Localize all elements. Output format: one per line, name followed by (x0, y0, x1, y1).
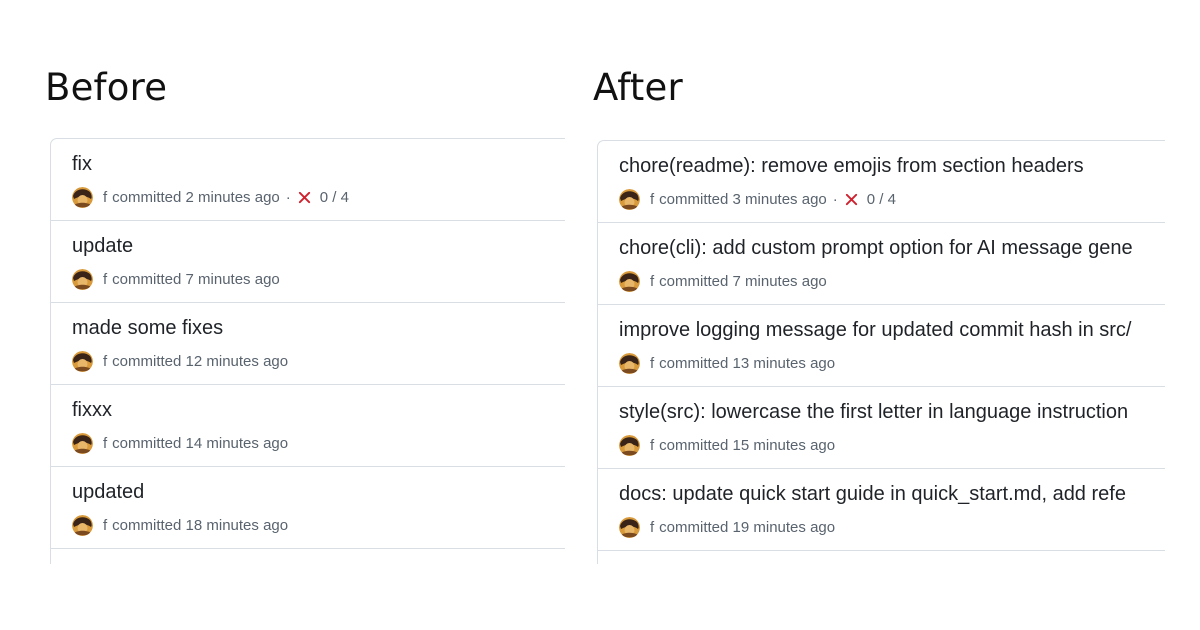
commit-author[interactable]: f (650, 519, 654, 536)
after-commit-list: chore(readme): remove emojis from sectio… (597, 140, 1165, 564)
commit-row[interactable]: fix f committed 2 minutes ago · 0 / 4 (51, 139, 565, 221)
commit-row[interactable]: improve logging message for updated comm… (598, 305, 1165, 387)
avatar-icon[interactable] (72, 350, 93, 372)
commit-title-link[interactable]: updated (72, 481, 144, 504)
commit-row[interactable]: made some fixes f committed 12 minutes ago (51, 303, 565, 385)
commit-row[interactable]: chore(cli): add custom prompt option for… (598, 223, 1165, 305)
commit-title-link[interactable]: docs: update quick start guide in quick_… (619, 483, 1126, 506)
commit-time: committed 18 minutes ago (112, 516, 289, 534)
commit-title-link[interactable]: style(src): lowercase the first letter i… (619, 401, 1128, 424)
commit-time: committed 3 minutes ago (659, 190, 827, 208)
commit-meta: f committed 12 minutes ago (72, 350, 288, 372)
x-icon[interactable] (297, 190, 312, 205)
commit-time: committed 14 minutes ago (112, 434, 289, 452)
avatar-icon[interactable] (619, 434, 640, 456)
avatar-icon[interactable] (72, 514, 93, 536)
commit-meta: f committed 19 minutes ago (619, 516, 835, 538)
after-heading: After (593, 66, 683, 109)
commit-meta: f committed 18 minutes ago (72, 514, 288, 536)
commit-author[interactable]: f (650, 273, 654, 290)
comparison-canvas: Before After fix f committed 2 minutes ago… (0, 0, 1200, 630)
commit-meta: f committed 3 minutes ago · 0 / 4 (619, 188, 896, 210)
commit-row[interactable]: chore(readme): remove emojis from sectio… (598, 141, 1165, 223)
commit-title-link[interactable]: fix (72, 153, 92, 176)
commit-time: committed 19 minutes ago (659, 518, 836, 536)
before-commit-list: fix f committed 2 minutes ago · 0 / 4 update f… (50, 138, 565, 564)
commit-title-link[interactable]: made some fixes (72, 317, 223, 340)
commit-title-link[interactable]: update (72, 235, 133, 258)
avatar-icon[interactable] (619, 516, 640, 538)
commit-time: committed 12 minutes ago (112, 352, 289, 370)
commit-title-link[interactable]: improve logging message for updated comm… (619, 319, 1131, 342)
commit-author[interactable]: f (103, 435, 107, 452)
commit-author[interactable]: f (650, 437, 654, 454)
commit-author[interactable]: f (103, 271, 107, 288)
commit-meta: f committed 14 minutes ago (72, 432, 288, 454)
avatar-icon[interactable] (72, 432, 93, 454)
commit-row[interactable]: style(src): lowercase the first letter i… (598, 387, 1165, 469)
commit-author[interactable]: f (103, 353, 107, 370)
avatar-icon[interactable] (619, 270, 640, 292)
commit-time: committed 7 minutes ago (659, 272, 827, 290)
commit-meta: f committed 15 minutes ago (619, 434, 835, 456)
commit-author[interactable]: f (103, 517, 107, 534)
avatar-icon[interactable] (619, 352, 640, 374)
commit-time: committed 2 minutes ago (112, 188, 280, 206)
before-heading: Before (45, 66, 168, 109)
commit-author[interactable]: f (103, 189, 107, 206)
commit-row[interactable]: docs: update quick start guide in quick_… (598, 469, 1165, 551)
commit-row[interactable]: fixxx f committed 14 minutes ago (51, 385, 565, 467)
commit-author[interactable]: f (650, 191, 654, 208)
avatar-icon[interactable] (619, 188, 640, 210)
commit-title-link[interactable]: chore(cli): add custom prompt option for… (619, 237, 1133, 260)
commit-row[interactable]: updated f committed 18 minutes ago (51, 467, 565, 549)
commit-author[interactable]: f (650, 355, 654, 372)
commit-title-link[interactable]: fixxx (72, 399, 112, 422)
meta-separator: · (832, 190, 838, 208)
commit-time: committed 15 minutes ago (659, 436, 836, 454)
x-icon[interactable] (844, 192, 859, 207)
commit-meta: f committed 7 minutes ago (72, 268, 280, 290)
commit-title-link[interactable]: chore(readme): remove emojis from sectio… (619, 155, 1084, 178)
commit-meta: f committed 13 minutes ago (619, 352, 835, 374)
meta-separator: · (285, 188, 291, 206)
commit-time: committed 7 minutes ago (112, 270, 280, 288)
commit-time: committed 13 minutes ago (659, 354, 836, 372)
commit-meta: f committed 2 minutes ago · 0 / 4 (72, 186, 349, 208)
checks-count[interactable]: 0 / 4 (867, 191, 896, 208)
avatar-icon[interactable] (72, 268, 93, 290)
commit-meta: f committed 7 minutes ago (619, 270, 827, 292)
commit-row[interactable]: update f committed 7 minutes ago (51, 221, 565, 303)
avatar-icon[interactable] (72, 186, 93, 208)
checks-count[interactable]: 0 / 4 (320, 189, 349, 206)
